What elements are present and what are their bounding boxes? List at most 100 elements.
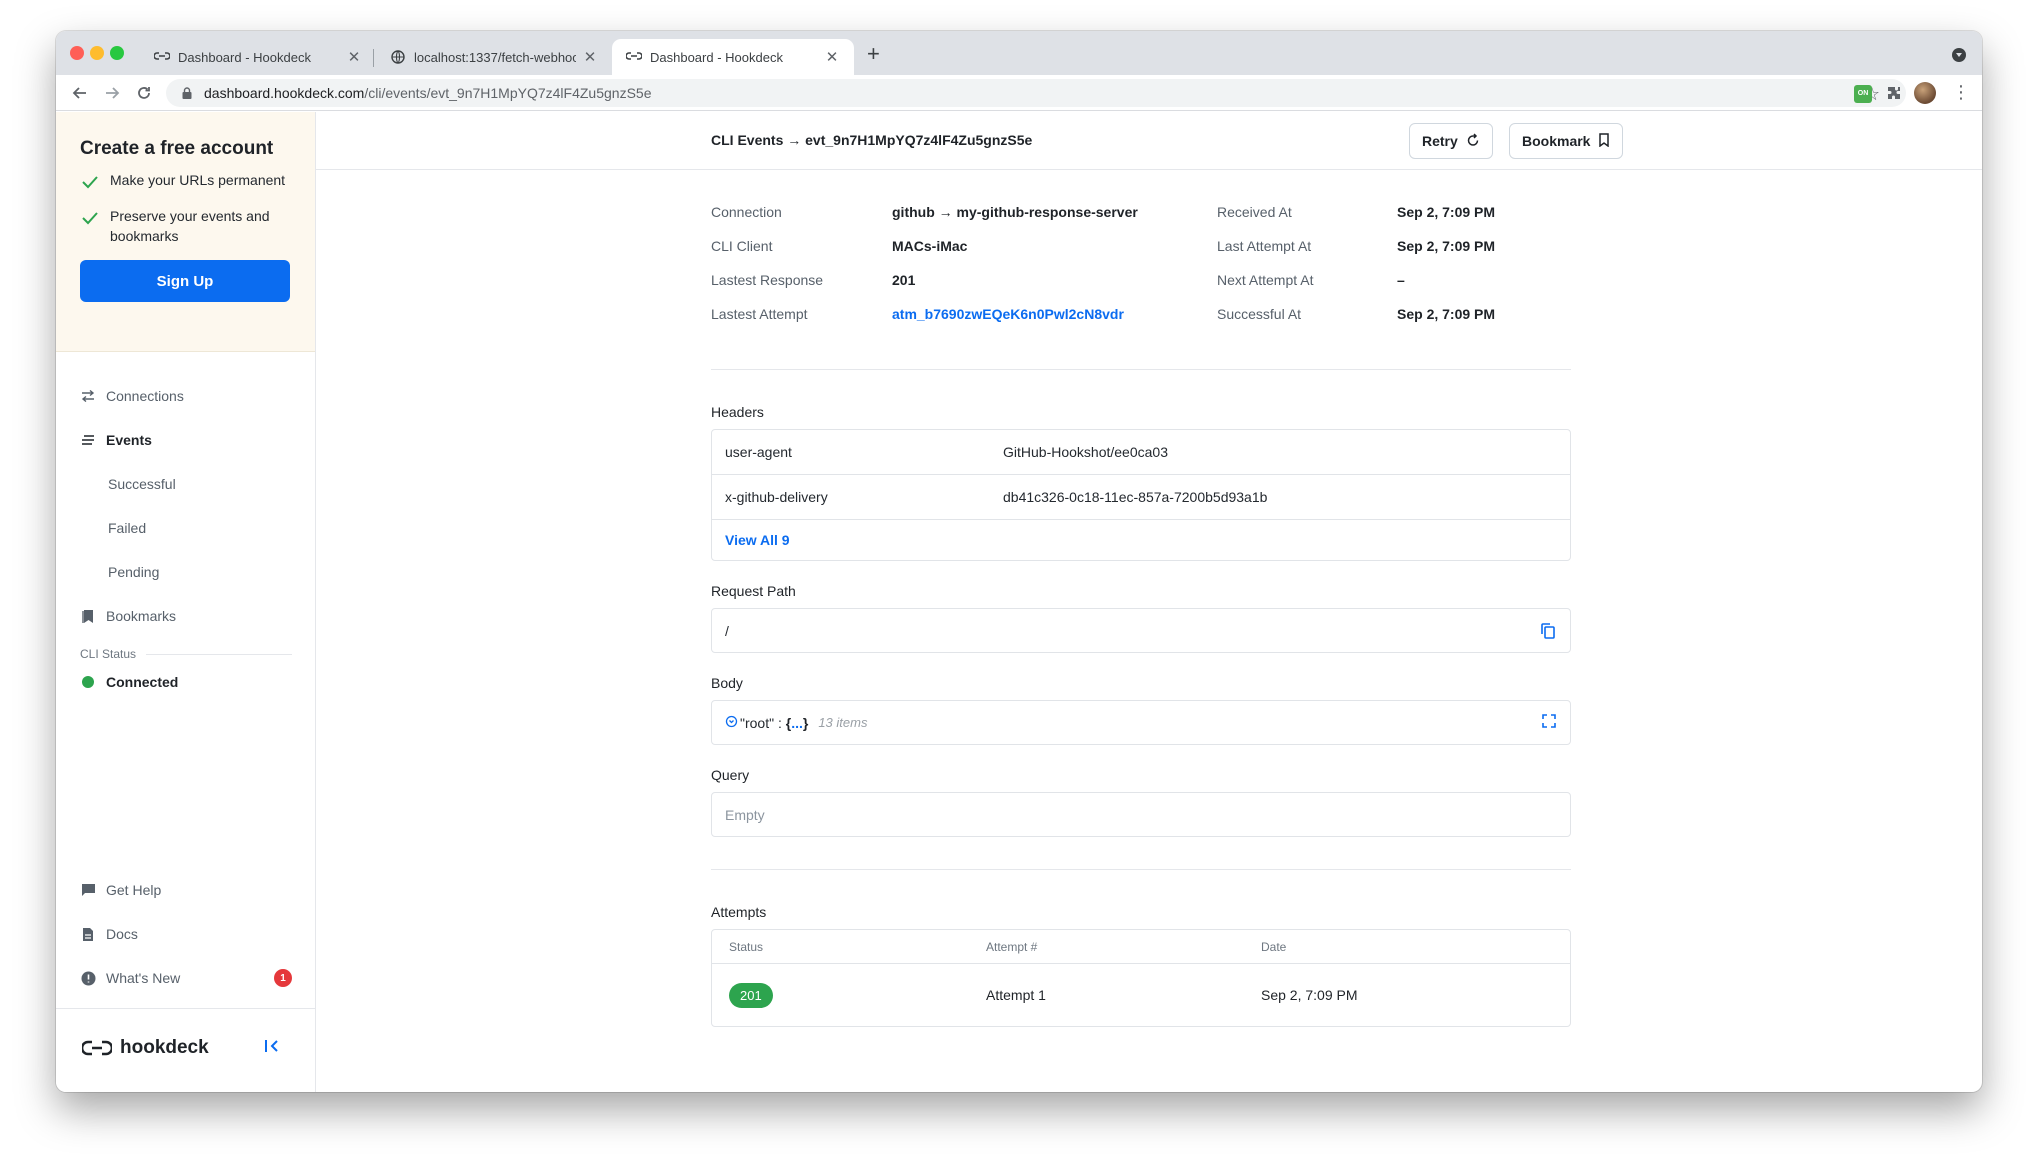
json-collapsed-ellipsis[interactable]: ... [791, 715, 803, 731]
cli-status-divider: CLI Status [80, 644, 292, 664]
close-window-button[interactable] [70, 46, 84, 60]
alert-circle-icon [80, 970, 96, 986]
bookmarks-icon [80, 608, 96, 624]
sidebar-item-label: Connections [106, 388, 184, 404]
hookdeck-icon [626, 49, 642, 65]
json-root-key: "root" : [740, 714, 782, 731]
date-cell: Sep 2, 7:09 PM [1261, 987, 1358, 1003]
query-box: Empty [711, 792, 1571, 837]
sidebar-item-label: What's New [106, 970, 181, 986]
address-bar[interactable]: dashboard.hookdeck.com/cli/events/evt_9n… [166, 79, 1906, 107]
close-tab-icon[interactable]: ✕ [346, 48, 362, 66]
profile-avatar[interactable] [1914, 82, 1936, 104]
promo-item-text: Preserve your events and bookmarks [110, 208, 270, 244]
promo-title: Create a free account [80, 138, 274, 159]
url-path: /cli/events/evt_9n7H1MpYQ7z4lF4Zu5gnzS5e [364, 85, 652, 101]
body-title: Body [711, 675, 743, 691]
forward-icon[interactable] [100, 81, 124, 105]
query-title: Query [711, 767, 750, 783]
last-attempt-at-label: Last Attempt At [1217, 238, 1312, 254]
hookdeck-logo-icon [82, 1040, 112, 1056]
retry-button[interactable]: Retry [1409, 123, 1493, 159]
cli-status-value: Connected [106, 674, 179, 690]
sidebar-item-get-help[interactable]: Get Help [80, 868, 292, 912]
reload-icon[interactable] [132, 81, 156, 105]
bookmark-label: Bookmark [1522, 133, 1591, 149]
sidebar-item-pending[interactable]: Pending [80, 550, 292, 594]
tab-title: Dashboard - Hookdeck [650, 49, 783, 65]
json-item-count: 13 items [818, 715, 868, 730]
browser-tab-1[interactable]: Dashboard - Hookdeck ✕ [140, 39, 376, 75]
sidebar-footer: hookdeck [56, 1008, 315, 1092]
close-tab-icon[interactable]: ✕ [582, 48, 598, 66]
sidebar-item-label: Successful [108, 476, 176, 492]
browser-window: Dashboard - Hookdeck ✕ localhost:1337/fe… [56, 31, 1982, 1092]
retry-label: Retry [1422, 133, 1458, 149]
event-details: Connection github → my-github-response-s… [711, 170, 1571, 1027]
extension-icon[interactable]: ON [1854, 85, 1872, 103]
sidebar-item-whats-new[interactable]: What's New 1 [80, 956, 292, 1000]
header-value: db41c326-0c18-11ec-857a-7200b5d93a1b [1003, 489, 1268, 505]
table-row[interactable]: 201 Attempt 1 Sep 2, 7:09 PM [712, 964, 1570, 1026]
close-tab-icon[interactable]: ✕ [824, 48, 840, 66]
collapse-sidebar-icon[interactable] [264, 1039, 280, 1058]
latest-attempt-link[interactable]: atm_b7690zwEQeK6n0Pwl2cN8vdr [892, 306, 1124, 322]
events-list-icon [80, 432, 96, 448]
document-icon [80, 926, 96, 942]
browser-menu-icon[interactable]: ⋮ [1952, 83, 1970, 101]
tab-strip: Dashboard - Hookdeck ✕ localhost:1337/fe… [56, 31, 1982, 75]
cli-status: Connected [80, 664, 292, 700]
latest-response-label: Lastest Response [711, 272, 824, 288]
column-header: Date [1261, 939, 1287, 954]
received-at-label: Received At [1217, 204, 1292, 220]
maximize-window-button[interactable] [110, 46, 124, 60]
sidebar-item-label: Get Help [106, 882, 162, 898]
notification-badge: 1 [274, 969, 292, 987]
sidebar-item-successful[interactable]: Successful [80, 462, 292, 506]
expand-node-icon[interactable] [725, 715, 738, 731]
chat-icon [80, 882, 96, 898]
successful-at-value: Sep 2, 7:09 PM [1397, 306, 1496, 322]
page-header: CLI Events → evt_9n7H1MpYQ7z4lF4Zu5gnzS5… [316, 112, 1982, 170]
extensions-puzzle-icon[interactable] [1886, 85, 1904, 103]
header-key: user-agent [725, 444, 792, 460]
brand-name: hookdeck [120, 1037, 209, 1058]
view-all-headers-link[interactable]: View All 9 [712, 520, 1570, 560]
sidebar-item-failed[interactable]: Failed [80, 506, 292, 550]
signup-promo: Create a free account Make your URLs per… [56, 112, 315, 352]
next-attempt-at-value: – [1397, 272, 1405, 288]
header-row: user-agent GitHub-Hookshot/ee0ca03 [712, 430, 1570, 475]
bookmark-icon [1598, 132, 1610, 150]
json-brace-close: } [802, 714, 809, 731]
event-meta: Connection github → my-github-response-s… [711, 170, 1571, 370]
headers-table: user-agent GitHub-Hookshot/ee0ca03 x-git… [711, 429, 1571, 561]
status-badge: 201 [729, 982, 773, 1008]
copy-icon[interactable] [1540, 622, 1556, 643]
next-attempt-at-label: Next Attempt At [1217, 272, 1314, 288]
tab-search-icon[interactable] [1952, 48, 1966, 62]
sidebar-item-connections[interactable]: Connections [80, 374, 292, 418]
bookmark-button[interactable]: Bookmark [1509, 123, 1624, 159]
tab-separator [373, 49, 374, 67]
header-row: x-github-delivery db41c326-0c18-11ec-857… [712, 475, 1570, 520]
sidebar-item-label: Docs [106, 926, 138, 942]
tab-title: Dashboard - Hookdeck [178, 49, 311, 65]
sidebar-item-bookmarks[interactable]: Bookmarks [80, 594, 292, 638]
breadcrumb: CLI Events → evt_9n7H1MpYQ7z4lF4Zu5gnzS5… [711, 132, 1033, 148]
sidebar-item-docs[interactable]: Docs [80, 912, 292, 956]
browser-tab-2[interactable]: localhost:1337/fetch-webhook ✕ [376, 39, 612, 75]
sidebar-item-events[interactable]: Events [80, 418, 292, 462]
fullscreen-icon[interactable] [1542, 714, 1556, 731]
sidebar-item-label: Events [106, 432, 152, 448]
sidebar-item-label: Pending [108, 564, 160, 580]
minimize-window-button[interactable] [90, 46, 104, 60]
request-path-title: Request Path [711, 583, 796, 599]
back-icon[interactable] [68, 81, 92, 105]
status-dot [82, 676, 94, 688]
browser-tab-3[interactable]: Dashboard - Hookdeck ✕ [612, 39, 854, 75]
latest-attempt-label: Lastest Attempt [711, 306, 808, 322]
hookdeck-logo: hookdeck [82, 1037, 209, 1059]
attempts-table-header: Status Attempt # Date [712, 930, 1570, 964]
sign-up-button[interactable]: Sign Up [80, 260, 290, 302]
new-tab-button[interactable]: + [867, 43, 880, 65]
